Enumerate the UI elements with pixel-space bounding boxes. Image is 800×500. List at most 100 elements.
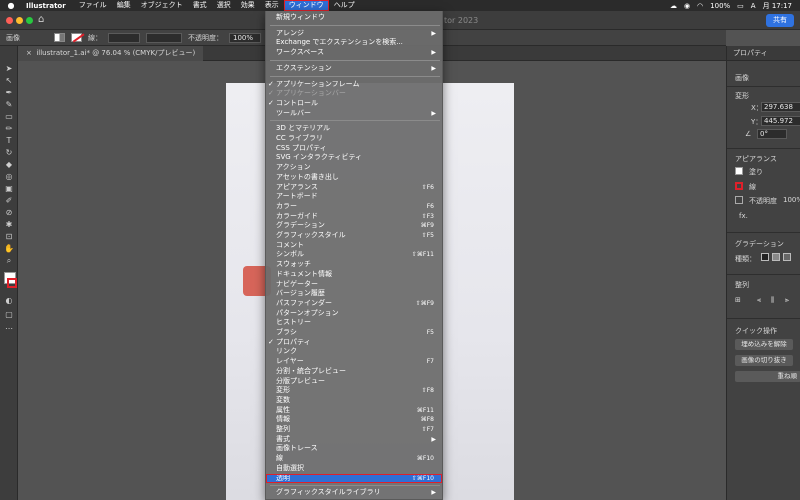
pencil-tool-icon[interactable]: ✏ [4,124,14,133]
menu-item[interactable]: エクステンション ▶ [266,64,442,74]
opacity-value[interactable]: 100% [783,196,800,204]
menu-item[interactable]: 自動選択 [266,464,442,474]
menu-item[interactable]: カラーガイド ⇧F3 [266,212,442,222]
menu-item[interactable]: レイヤー F7 [266,357,442,367]
menu-item[interactable]: 属性 ⌘F11 [266,406,442,416]
stroke-color-swatch[interactable] [735,182,743,190]
menu-item[interactable]: ✓ アプリケーションフレーム [266,80,442,90]
app-menu[interactable]: Illustrator [22,2,74,10]
menu-item[interactable]: ドキュメント情報 [266,270,442,280]
menubar-item-window[interactable]: ウィンドウ [283,0,329,11]
menu-item[interactable]: 線 ⌘F10 [266,454,442,464]
stroke-color-icon[interactable] [7,278,17,288]
clock[interactable]: 月 17:17 [763,1,792,11]
menu-item[interactable]: リンク [266,347,442,357]
properties-tab[interactable]: プロパティ [727,46,800,61]
rectangle-tool-icon[interactable]: ▭ [4,112,14,121]
angle-input[interactable]: 0° [757,129,787,139]
menu-item[interactable]: ツールバー ▶ [266,109,442,119]
menu-item[interactable]: 新規ウィンドウ [266,13,442,23]
symbol-sprayer-tool-icon[interactable]: ✱ [4,220,14,229]
menu-item[interactable]: 整列 ⇧F7 [266,425,442,435]
menubar-item-type[interactable]: 書式 [188,0,212,11]
menu-item[interactable]: ナビゲーター [266,280,442,290]
battery-icon[interactable]: ▭ [737,2,744,10]
menubar-item-object[interactable]: オブジェクト [136,0,188,11]
menu-item[interactable]: 変数 [266,396,442,406]
pen-tool-icon[interactable]: ✒ [4,88,14,97]
menubar-item-file[interactable]: ファイル [74,0,112,11]
menu-item[interactable]: グラフィックスタイルライブラリ ▶ [266,488,442,498]
eyedropper-tool-icon[interactable]: ✐ [4,196,14,205]
menu-item[interactable]: コメント [266,241,442,251]
unembed-button[interactable]: 埋め込みを解除 [735,339,793,350]
menu-item[interactable]: シンボル ⇧⌘F11 [266,250,442,260]
status-icon[interactable]: ◉ [684,2,690,10]
apple-icon[interactable]: ● [0,1,22,10]
type-tool-icon[interactable]: T [4,136,14,145]
menu-item[interactable]: カラー F6 [266,202,442,212]
menu-item[interactable]: アクション [266,163,442,173]
brush-tool-icon[interactable]: ✎ [4,100,14,109]
menubar-item-view[interactable]: 表示 [260,0,284,11]
menu-item[interactable]: アピアランス ⇧F6 [266,183,442,193]
opacity-input[interactable]: 100% [229,32,261,43]
menu-item[interactable]: 分割・統合プレビュー [266,367,442,377]
menu-item[interactable]: ✓ コントロール [266,99,442,109]
freeform-gradient-icon[interactable] [783,253,791,261]
zoom-tool-icon[interactable]: ⌕ [4,256,14,265]
menu-item[interactable]: アートボード [266,192,442,202]
shape-builder-tool-icon[interactable]: ◎ [4,172,14,181]
close-window-button[interactable] [6,17,13,24]
menu-item[interactable]: バージョン履歴 [266,289,442,299]
menu-item[interactable]: ブラシ F5 [266,328,442,338]
menu-item[interactable]: アセットの書き出し [266,173,442,183]
menu-item[interactable]: 3D とマテリアル [266,124,442,134]
rotate-tool-icon[interactable]: ↻ [4,148,14,157]
linear-gradient-icon[interactable] [761,253,769,261]
menubar-item-effect[interactable]: 効果 [236,0,260,11]
menu-item[interactable]: グラフィックスタイル ⇧F5 [266,231,442,241]
menu-item[interactable]: 分版プレビュー [266,377,442,387]
menu-item[interactable]: パスファインダー ⇧⌘F9 [266,299,442,309]
menu-item[interactable]: グラデーション ⌘F9 [266,221,442,231]
hand-tool-icon[interactable]: ✋ [4,244,14,253]
align-left-icon[interactable]: ⫷ [757,296,761,305]
home-icon[interactable]: ⌂ [38,15,48,25]
menu-item[interactable]: CSS プロパティ [266,144,442,154]
y-position-input[interactable]: 445.972 [761,116,800,126]
x-position-input[interactable]: 297.638 [761,102,800,112]
menubar-item-help[interactable]: ヘルプ [329,0,360,11]
eraser-tool-icon[interactable]: ◆ [4,160,14,169]
menu-item[interactable]: CC ライブラリ [266,134,442,144]
menu-item[interactable]: ヒストリー [266,318,442,328]
menu-item-transparency[interactable]: 透明 ⇧⌘F10 [266,473,442,484]
menu-item[interactable]: ✓ プロパティ [266,338,442,348]
brush-definition-select[interactable] [146,32,182,43]
gradient-tool-icon[interactable]: ▣ [4,184,14,193]
fill-swatch[interactable] [54,33,65,42]
document-tab[interactable]: × illustrator_1.ai* @ 76.04 % (CMYK/プレビュ… [18,46,204,61]
menu-item[interactable]: スウォッチ [266,260,442,270]
arrange-button[interactable]: 重ね順 [735,371,800,382]
edit-toolbar-icon[interactable]: ⋯ [4,324,14,333]
align-to-icon[interactable]: ⊞ [735,296,741,304]
fill-color-swatch[interactable] [735,167,743,175]
artboard-tool-icon[interactable]: ⊡ [4,232,14,241]
menu-item[interactable]: パターンオプション [266,309,442,319]
align-right-icon[interactable]: ⫸ [785,296,789,305]
share-button[interactable]: 共有 [766,14,794,27]
input-method-icon[interactable]: A [751,2,756,10]
crop-image-button[interactable]: 画像の切り抜き [735,355,793,366]
menu-item[interactable]: 書式 ▶ [266,435,442,445]
menu-item[interactable]: 変形 ⇧F8 [266,386,442,396]
menu-item[interactable]: 画像トレース [266,444,442,454]
menu-item[interactable]: アレンジ ▶ [266,29,442,39]
drawing-mode-icon[interactable]: ◐ [4,296,14,305]
wifi-icon[interactable]: ◠ [697,2,703,10]
creative-cloud-icon[interactable]: ☁ [670,2,677,10]
zoom-window-button[interactable] [26,17,33,24]
menu-item[interactable]: ワークスペース ▶ [266,48,442,58]
menu-item[interactable]: Exchange でエクステンションを検索... [266,38,442,48]
stroke-swatch[interactable] [71,33,82,42]
